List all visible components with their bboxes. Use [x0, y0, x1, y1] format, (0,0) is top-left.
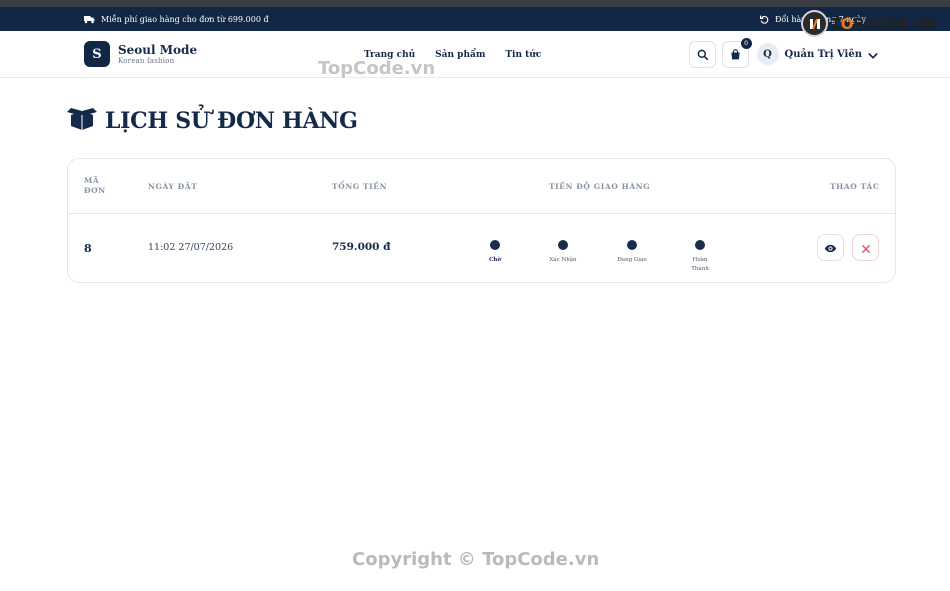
progress-step-shipping: Đang Giao [612, 240, 652, 265]
step-dot [627, 240, 637, 250]
watermark-logo-text: TOPCODE.VN [831, 14, 937, 33]
avatar: Q [756, 43, 779, 65]
copyright-watermark: Copyright © TopCode.vn [352, 549, 600, 570]
undo-icon [759, 15, 769, 24]
watermark-text: TopCode.vn [318, 58, 436, 79]
column-header-total: TỔNG TIỀN [332, 182, 388, 191]
nav-products[interactable]: Sản phẩm [435, 50, 485, 60]
watermark-logo: TOPCODE.VN [801, 10, 937, 37]
column-header-progress: TIẾN ĐỘ GIAO HÀNG [549, 182, 651, 191]
order-id: 8 [84, 242, 92, 255]
cancel-order-button[interactable] [852, 234, 879, 261]
shopping-bag-icon [730, 45, 741, 64]
step-dot [490, 240, 500, 250]
watermark-badge-icon [801, 10, 828, 37]
orders-table: MÃ ĐƠN NGÀY ĐẶT TỔNG TIỀN TIẾN ĐỘ GIAO H… [67, 158, 896, 283]
column-header-date: NGÀY ĐẶT [148, 182, 198, 191]
page-heading: LỊCH SỬ ĐƠN HÀNG [67, 108, 358, 134]
truck-icon [84, 15, 95, 24]
column-header-actions: THAO TÁC [830, 182, 880, 191]
table-row: 8 11:02 27/07/2026 759.000 đ Chờ Xác Nhậ… [68, 214, 895, 282]
brand-name: Seoul Mode [118, 43, 198, 57]
user-menu[interactable]: Q Quản Trị Viên [756, 43, 879, 65]
page-title: LỊCH SỬ ĐƠN HÀNG [105, 108, 358, 134]
box-open-icon [67, 108, 97, 134]
order-date: 11:02 27/07/2026 [148, 242, 234, 253]
order-total: 759.000 đ [332, 241, 391, 253]
step-label: Đang Giao [617, 257, 647, 263]
progress-step-pending: Chờ [475, 240, 515, 265]
site-header: S Seoul Mode Korean fashion Trang chủ Sả… [0, 31, 950, 78]
chevron-down-icon [868, 45, 878, 64]
top-strip [0, 0, 950, 7]
view-order-button[interactable] [817, 234, 844, 261]
step-dot [695, 240, 705, 250]
column-header-id: MÃ ĐƠN [84, 176, 106, 195]
user-name: Quản Trị Viên [784, 48, 863, 60]
progress-step-confirmed: Xác Nhận [543, 240, 583, 265]
close-icon [861, 238, 870, 257]
eye-icon [824, 238, 837, 257]
promo-shipping: Miễn phí giao hàng cho đơn từ 699.000 đ [84, 15, 269, 24]
progress-step-completed: Hoàn Thành [680, 240, 720, 274]
cart-button[interactable]: 0 [721, 37, 752, 68]
step-label: Hoàn Thành [691, 257, 709, 272]
step-label: Chờ [488, 257, 502, 263]
header-actions: 0 Q Quản Trị Viên [688, 37, 879, 68]
search-icon [697, 45, 708, 64]
table-header: MÃ ĐƠN NGÀY ĐẶT TỔNG TIỀN TIẾN ĐỘ GIAO H… [68, 159, 895, 214]
shipping-text: Miễn phí giao hàng cho đơn từ 699.000 đ [101, 14, 269, 24]
brand-logo: S [84, 41, 110, 67]
search-button[interactable] [688, 40, 716, 68]
brand-tagline: Korean fashion [118, 57, 175, 65]
step-label: Xác Nhận [549, 257, 577, 263]
cart-count-badge: 0 [740, 37, 752, 49]
nav-news[interactable]: Tin tức [505, 50, 541, 60]
brand[interactable]: S Seoul Mode Korean fashion [84, 41, 197, 67]
step-dot [558, 240, 568, 250]
